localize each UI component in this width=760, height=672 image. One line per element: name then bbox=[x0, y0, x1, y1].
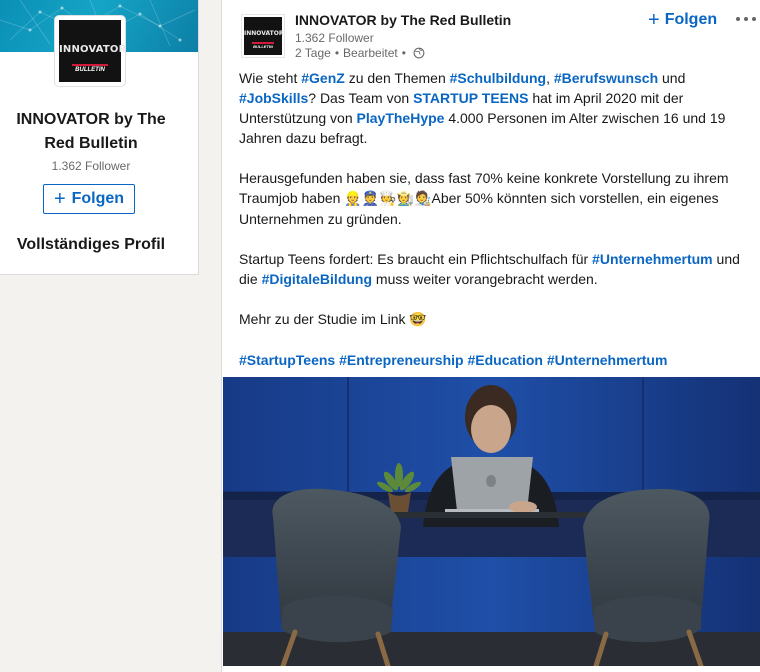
post-follow-button[interactable]: + Folgen bbox=[648, 8, 717, 32]
globe-icon bbox=[413, 47, 425, 59]
follow-button-label: Folgen bbox=[71, 190, 125, 207]
company-profile-card: INNOVATOR BULLETIN INNOVATOR by The Red … bbox=[0, 0, 199, 275]
hashtag-link[interactable]: #Schulbildung bbox=[450, 70, 546, 86]
hashtag-link[interactable]: #GenZ bbox=[301, 70, 345, 86]
company-logo[interactable]: INNOVATOR BULLETIN bbox=[55, 16, 127, 86]
mention-link[interactable]: STARTUP TEENS bbox=[413, 90, 528, 106]
post-hashtags: #StartupTeens #Entrepreneurship #Educati… bbox=[239, 350, 749, 370]
post-author-name[interactable]: INNOVATOR by The Red Bulletin bbox=[295, 12, 511, 28]
post-paragraph: Startup Teens fordert: Es braucht ein Pf… bbox=[239, 251, 740, 287]
post-edited-label: Bearbeitet bbox=[343, 46, 398, 60]
follower-count: 1.362 Follower bbox=[51, 159, 131, 173]
post-paragraph: Wie steht #GenZ zu den Themen #Schulbild… bbox=[239, 70, 726, 146]
logo-subtext: BULLETIN bbox=[59, 64, 121, 73]
post-paragraph: Herausgefunden haben sie, dass fast 70% … bbox=[239, 170, 729, 227]
follow-button[interactable]: + Folgen bbox=[43, 184, 135, 214]
post-image[interactable] bbox=[223, 377, 760, 666]
hashtag-link[interactable]: #Entrepreneurship bbox=[339, 352, 463, 368]
hashtag-link[interactable]: #JobSkills bbox=[239, 90, 308, 106]
post-paragraph: Mehr zu der Studie im Link 🤓 bbox=[239, 311, 427, 328]
plus-icon: + bbox=[53, 188, 66, 210]
post-follow-label: Folgen bbox=[664, 11, 718, 28]
post-text: Wie steht #GenZ zu den Themen #Schulbild… bbox=[239, 68, 749, 390]
post-timestamp: 2 Tage bbox=[295, 46, 331, 60]
logo-wordmark: INNOVATOR bbox=[59, 44, 127, 55]
hashtag-link[interactable]: #Berufswunsch bbox=[554, 70, 658, 86]
hashtag-link[interactable]: #Unternehmertum bbox=[547, 352, 668, 368]
post-meta: 2 Tage • Bearbeitet • bbox=[295, 46, 425, 60]
hashtag-link[interactable]: #Education bbox=[467, 352, 542, 368]
hashtag-link[interactable]: #DigitaleBildung bbox=[262, 271, 372, 287]
plus-icon: + bbox=[648, 9, 660, 31]
mention-link[interactable]: PlayTheHype bbox=[357, 110, 445, 126]
post-author-avatar[interactable]: INNOVATOR BULLETIN bbox=[242, 15, 284, 57]
hashtag-link[interactable]: #StartupTeens bbox=[239, 352, 335, 368]
job-emojis: 👷👮🧑‍🍳🧑‍🌾🧑‍🎨 bbox=[344, 191, 432, 207]
company-name[interactable]: INNOVATOR by The Red Bulletin bbox=[0, 108, 182, 156]
post-author-followers: 1.362 Follower bbox=[295, 31, 374, 45]
hashtag-link[interactable]: #Unternehmertum bbox=[592, 251, 713, 267]
full-profile-link[interactable]: Vollständiges Profil bbox=[0, 236, 182, 254]
more-options-icon[interactable] bbox=[736, 12, 758, 26]
nerd-face-emoji: 🤓 bbox=[409, 312, 427, 328]
feed-post: INNOVATOR BULLETIN INNOVATOR by The Red … bbox=[221, 0, 760, 672]
